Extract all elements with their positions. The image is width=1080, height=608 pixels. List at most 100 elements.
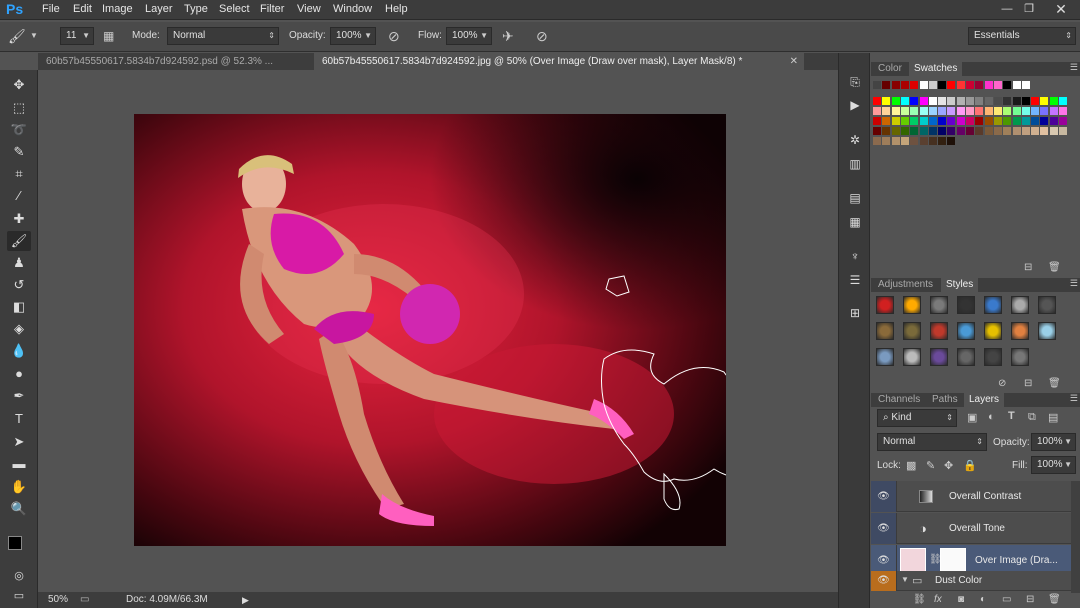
color-swatch[interactable] <box>910 137 919 145</box>
minimize-icon[interactable]: — <box>996 1 1018 17</box>
color-swatch[interactable] <box>956 107 965 115</box>
tab-color[interactable]: Color <box>873 62 907 76</box>
color-swatch[interactable] <box>873 117 881 125</box>
type-tool-icon[interactable]: T <box>7 409 31 429</box>
color-swatch[interactable] <box>956 97 965 105</box>
color-swatch[interactable] <box>1031 117 1040 125</box>
color-swatch[interactable] <box>1021 127 1030 135</box>
color-swatch[interactable] <box>882 97 891 105</box>
color-swatch[interactable] <box>947 117 956 125</box>
color-swatch[interactable] <box>910 127 919 135</box>
actions-icon[interactable]: ▶ <box>845 96 865 114</box>
color-swatch[interactable] <box>891 127 900 135</box>
style-swatch[interactable] <box>876 348 894 366</box>
zoom-tool-icon[interactable]: 🔍 <box>7 499 31 519</box>
airbrush-icon[interactable]: ✈ <box>502 28 514 45</box>
color-swatch[interactable] <box>919 127 928 135</box>
menu-type[interactable]: Type <box>184 3 208 15</box>
quick-select-tool-icon[interactable]: ✎ <box>7 142 31 162</box>
color-swatch[interactable] <box>984 97 993 105</box>
lasso-tool-icon[interactable]: ➰ <box>7 120 31 140</box>
path-select-tool-icon[interactable]: ➤ <box>7 432 31 452</box>
document-image[interactable] <box>134 114 726 546</box>
new-group-icon[interactable]: ▭ <box>1002 594 1011 605</box>
opacity-field[interactable]: 100% ▼ <box>330 27 376 45</box>
close-tab-icon[interactable]: ✕ <box>790 53 798 70</box>
color-swatch[interactable] <box>900 107 909 115</box>
color-swatch[interactable] <box>984 127 993 135</box>
restore-icon[interactable]: ❐ <box>1018 1 1040 17</box>
style-swatch[interactable] <box>930 348 948 366</box>
color-swatch[interactable] <box>891 137 900 145</box>
filter-adjustment-icon[interactable]: ◐ <box>988 411 995 423</box>
paint-bucket-tool-icon[interactable]: ◈ <box>7 319 31 339</box>
color-swatch[interactable] <box>975 117 984 125</box>
color-swatch[interactable] <box>882 127 891 135</box>
style-swatch[interactable] <box>930 296 948 314</box>
brush-size-picker[interactable]: 11 ▼ <box>60 27 94 45</box>
color-swatch[interactable] <box>1040 97 1049 105</box>
color-swatch[interactable] <box>928 97 937 105</box>
gear-icon[interactable]: ✲ <box>845 131 865 149</box>
mode-select[interactable]: Normal ⇕ <box>167 27 279 45</box>
color-swatch[interactable] <box>1021 107 1030 115</box>
color-swatch[interactable] <box>966 81 974 89</box>
color-swatch[interactable] <box>984 117 993 125</box>
color-swatch[interactable] <box>1031 127 1040 135</box>
menu-select[interactable]: Select <box>219 3 250 15</box>
blur-tool-icon[interactable]: 💧 <box>7 341 31 361</box>
lock-all-icon[interactable]: 🔒 <box>963 459 977 472</box>
style-swatch[interactable] <box>903 296 921 314</box>
hand-tool-icon[interactable]: ✋ <box>7 477 31 497</box>
properties-icon[interactable]: ▤ <box>845 189 865 207</box>
tab-channels[interactable]: Channels <box>873 393 925 407</box>
color-swatch[interactable] <box>928 137 937 145</box>
color-swatch[interactable] <box>1012 117 1021 125</box>
eraser-tool-icon[interactable]: ◧ <box>7 297 31 317</box>
clone-source-icon[interactable]: ♆ <box>845 247 865 265</box>
style-swatch[interactable] <box>957 322 975 340</box>
layer-group-row[interactable]: 👁 ▼ ▭ Dust Color <box>871 571 1071 591</box>
pressure-size-icon[interactable]: ⊘ <box>536 28 548 45</box>
color-swatch[interactable] <box>984 81 993 89</box>
foreground-color-swatch[interactable] <box>8 536 22 550</box>
color-swatch[interactable] <box>919 117 928 125</box>
workspace-select[interactable]: Essentials ⇕ <box>968 27 1076 45</box>
color-swatch[interactable] <box>938 137 947 145</box>
color-swatch[interactable] <box>882 137 891 145</box>
color-swatch[interactable] <box>1059 97 1067 105</box>
color-swatch[interactable] <box>966 107 974 115</box>
menu-image[interactable]: Image <box>102 3 133 15</box>
dodge-tool-icon[interactable]: ● <box>7 364 31 384</box>
brush-panel-icon[interactable]: ▦ <box>103 29 114 43</box>
color-swatch[interactable] <box>947 97 956 105</box>
style-swatch[interactable] <box>984 348 1002 366</box>
fx-icon[interactable]: fx <box>934 594 942 605</box>
panel-menu-icon[interactable]: ☰ <box>1070 278 1078 289</box>
tab-swatches[interactable]: Swatches <box>909 62 963 76</box>
color-swatch[interactable] <box>928 127 937 135</box>
trash-icon[interactable]: 🗑 <box>1048 594 1061 605</box>
new-swatch-icon[interactable]: ⊟ <box>1024 262 1032 273</box>
layer-row[interactable]: 👁 ◑ Overall Tone <box>871 513 1071 544</box>
link-layers-icon[interactable]: ⛓ <box>913 594 926 605</box>
color-swatch[interactable] <box>919 137 928 145</box>
style-swatch[interactable] <box>1011 322 1029 340</box>
zoom-level[interactable]: 50% <box>48 592 68 608</box>
trash-icon[interactable]: 🗑 <box>1048 262 1061 273</box>
style-swatch[interactable] <box>1038 296 1056 314</box>
color-swatch[interactable] <box>1003 117 1012 125</box>
color-swatch[interactable] <box>1012 81 1021 89</box>
color-swatch[interactable] <box>938 97 947 105</box>
layer-thumbnail[interactable] <box>900 548 926 572</box>
stamp-tool-icon[interactable]: ♟ <box>7 253 31 273</box>
color-swatch[interactable] <box>1049 127 1058 135</box>
color-swatch[interactable] <box>1031 97 1040 105</box>
eye-icon[interactable]: 👁 <box>871 571 897 591</box>
color-swatch[interactable] <box>1049 97 1058 105</box>
color-swatch[interactable] <box>993 107 1002 115</box>
lock-transparent-icon[interactable]: ▩ <box>906 459 916 472</box>
tab-jpg[interactable]: 60b57b45550617.5834b7d924592.jpg @ 50% (… <box>314 53 804 70</box>
menu-filter[interactable]: Filter <box>260 3 284 15</box>
crop-tool-icon[interactable]: ⌗ <box>7 164 31 184</box>
